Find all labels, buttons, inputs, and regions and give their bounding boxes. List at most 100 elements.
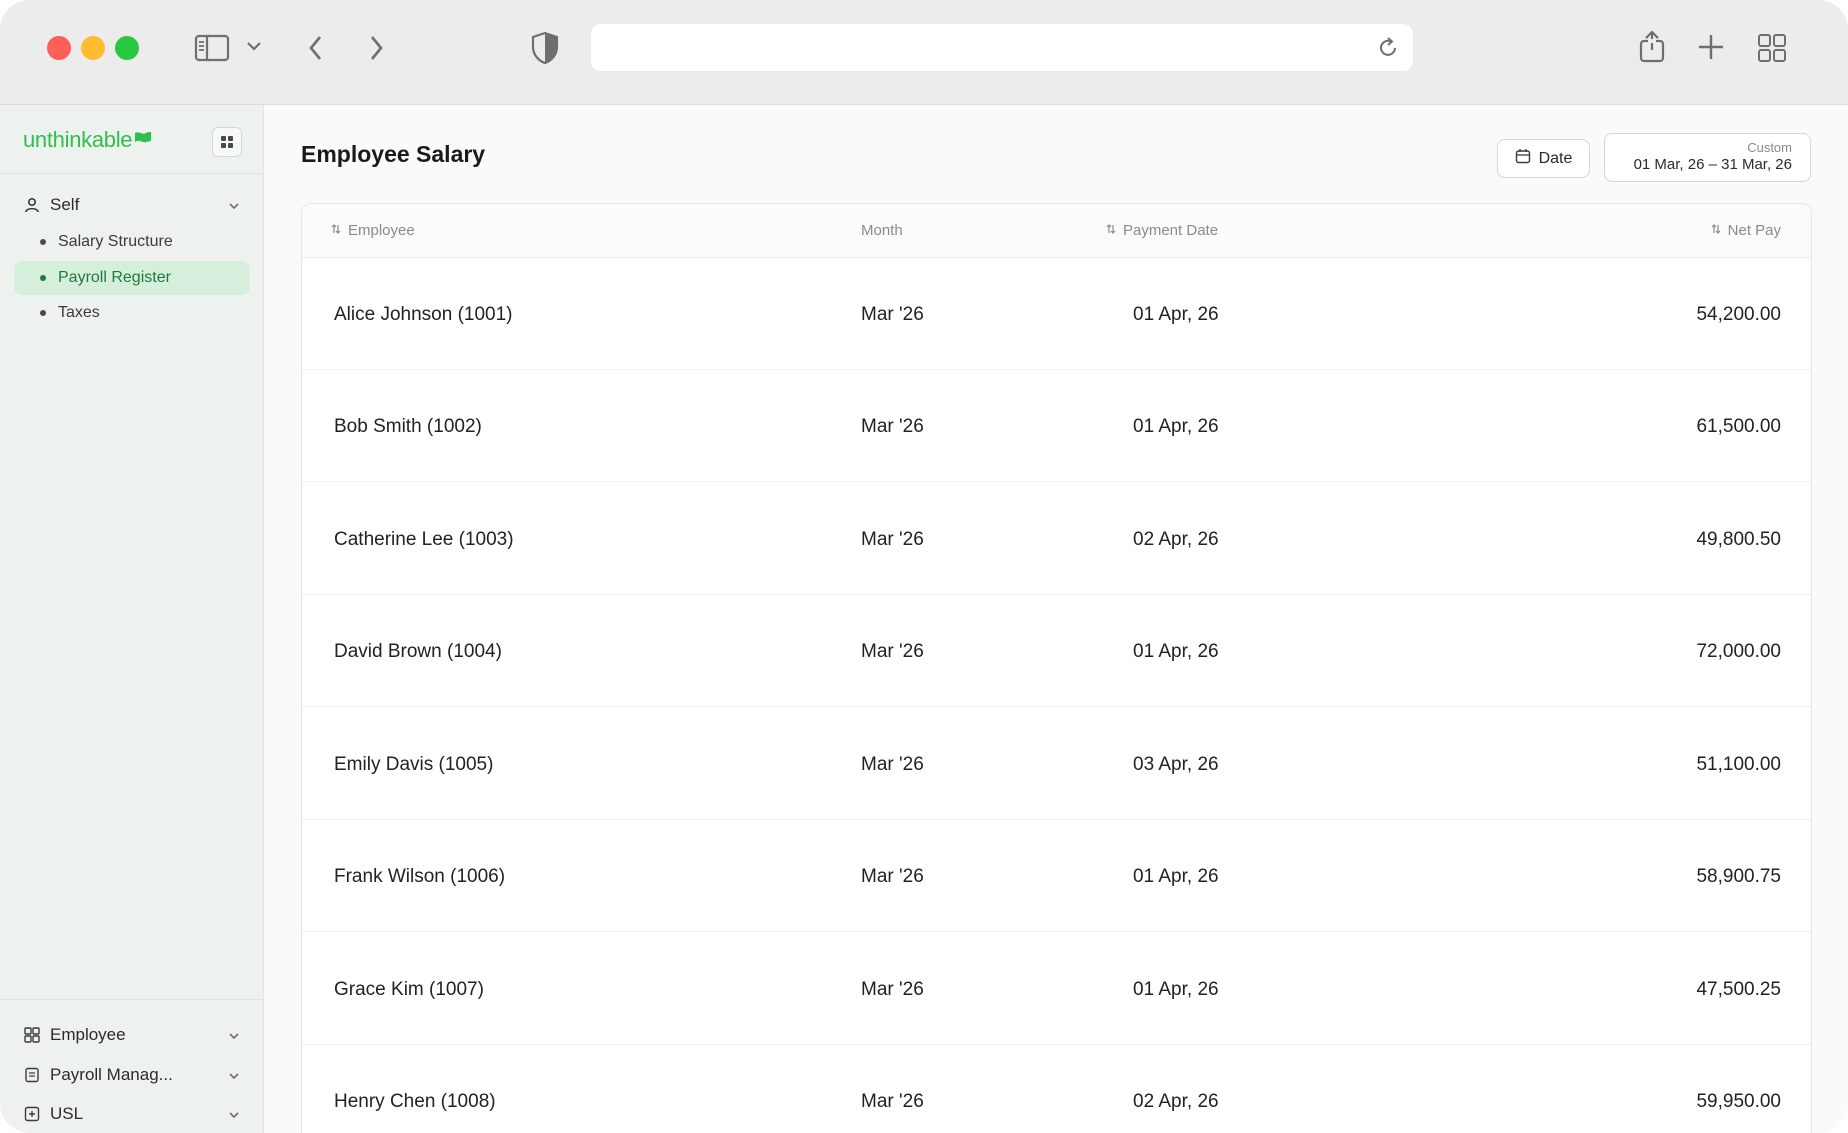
chevron-down-icon[interactable]: [228, 195, 240, 215]
close-window-button[interactable]: [47, 36, 71, 60]
nav-group-label: Self: [50, 195, 80, 214]
nav-group-usl[interactable]: USL: [24, 1104, 240, 1124]
table-row[interactable]: Alice Johnson (1001) Mar '26 01 Apr, 26 …: [302, 258, 1811, 370]
sidebar-item-taxes[interactable]: Taxes: [14, 296, 250, 330]
cell-payment-date: 01 Apr, 26: [1133, 641, 1219, 662]
column-header-net-pay[interactable]: Net Pay: [1710, 222, 1781, 239]
plus-square-icon: [24, 1106, 40, 1122]
browser-toolbar: [0, 0, 1848, 98]
maximize-window-button[interactable]: [115, 36, 139, 60]
cell-month: Mar '26: [861, 529, 924, 550]
cell-month: Mar '26: [861, 979, 924, 1000]
cell-employee: Henry Chen (1008): [334, 1091, 496, 1112]
cell-employee: Bob Smith (1002): [334, 416, 482, 437]
cell-payment-date: 01 Apr, 26: [1133, 866, 1219, 887]
table-row[interactable]: Henry Chen (1008) Mar '26 02 Apr, 26 59,…: [302, 1045, 1811, 1133]
main-panel: Employee Salary Date Custom 01 Mar, 26 –…: [264, 105, 1848, 1133]
cell-month: Mar '26: [861, 1091, 924, 1112]
address-bar[interactable]: [591, 24, 1413, 71]
sort-icon[interactable]: [1105, 222, 1117, 239]
cell-payment-date: 01 Apr, 26: [1133, 416, 1219, 437]
bullet-icon: [40, 239, 46, 245]
cell-payment-date: 03 Apr, 26: [1133, 754, 1219, 775]
page-title: Employee Salary: [301, 141, 486, 167]
column-label: Payment Date: [1123, 222, 1219, 239]
chevron-down-icon[interactable]: [228, 1065, 240, 1085]
nav-group-self[interactable]: Self: [24, 195, 240, 215]
cell-payment-date: 01 Apr, 26: [1133, 979, 1219, 1000]
table-row[interactable]: Catherine Lee (1003) Mar '26 02 Apr, 26 …: [302, 483, 1811, 595]
cell-net-pay: 51,100.00: [1696, 754, 1781, 775]
sort-icon[interactable]: [330, 222, 342, 239]
cell-payment-date: 02 Apr, 26: [1133, 1091, 1219, 1112]
reload-icon[interactable]: [1377, 36, 1399, 65]
calendar-icon: [1515, 148, 1531, 169]
back-arrow-icon[interactable]: [306, 33, 326, 63]
privacy-shield-icon[interactable]: [531, 31, 559, 65]
user-icon: [24, 197, 40, 213]
sidebar-item-label: Taxes: [58, 304, 100, 321]
sidebar-divider: [0, 999, 264, 1000]
date-button-label: Date: [1538, 149, 1573, 167]
cell-payment-date: 02 Apr, 26: [1133, 529, 1219, 550]
grid-icon: [221, 136, 233, 148]
table-header: Employee Month Payment Date Net Pay: [302, 204, 1811, 258]
sidebar-toggle-icon[interactable]: [194, 33, 230, 63]
chevron-down-icon[interactable]: [228, 1025, 240, 1045]
column-header-month: Month: [861, 222, 903, 239]
salary-table: Employee Month Payment Date Net Pay Alic…: [301, 203, 1812, 1133]
column-label: Net Pay: [1727, 222, 1781, 239]
cell-month: Mar '26: [861, 866, 924, 887]
chevron-down-icon[interactable]: [228, 1104, 240, 1124]
table-row[interactable]: Emily Davis (1005) Mar '26 03 Apr, 26 51…: [302, 708, 1811, 820]
column-header-payment-date[interactable]: Payment Date: [1105, 222, 1218, 239]
flag-icon: [134, 127, 152, 153]
grid-icon: [24, 1027, 40, 1043]
document-icon: [24, 1067, 40, 1083]
cell-net-pay: 72,000.00: [1696, 641, 1781, 662]
brand-logo[interactable]: unthinkable: [23, 127, 152, 153]
nav-group-label: Employee: [50, 1025, 126, 1044]
table-row[interactable]: Grace Kim (1007) Mar '26 01 Apr, 26 47,5…: [302, 933, 1811, 1045]
logo-text: unthinkable: [23, 127, 133, 152]
sidebar-item-label: Payroll Register: [58, 269, 171, 286]
cell-net-pay: 47,500.25: [1696, 979, 1781, 1000]
cell-month: Mar '26: [861, 754, 924, 775]
nav-group-label: USL: [50, 1104, 84, 1123]
date-filter-button[interactable]: Date: [1497, 139, 1590, 178]
range-value: 01 Mar, 26 – 31 Mar, 26: [1633, 156, 1792, 173]
new-tab-plus-icon[interactable]: [1697, 33, 1725, 61]
cell-month: Mar '26: [861, 304, 924, 325]
nav-group-payroll-management[interactable]: Payroll Manag...: [24, 1065, 240, 1085]
table-row[interactable]: Frank Wilson (1006) Mar '26 01 Apr, 26 5…: [302, 820, 1811, 932]
chevron-down-icon[interactable]: [246, 40, 262, 52]
cell-net-pay: 58,900.75: [1696, 866, 1781, 887]
nav-group-label: Payroll Manag...: [50, 1065, 173, 1084]
cell-employee: Alice Johnson (1001): [334, 304, 513, 325]
sidebar-item-payroll-register[interactable]: Payroll Register: [14, 261, 250, 295]
column-header-employee[interactable]: Employee: [330, 222, 415, 239]
app-grid-button[interactable]: [212, 127, 242, 157]
cell-net-pay: 54,200.00: [1696, 304, 1781, 325]
nav-group-employee[interactable]: Employee: [24, 1025, 240, 1045]
sidebar-item-label: Salary Structure: [58, 233, 173, 250]
cell-employee: Frank Wilson (1006): [334, 866, 506, 887]
sort-icon[interactable]: [1710, 222, 1722, 239]
cell-employee: Emily Davis (1005): [334, 754, 494, 775]
column-label: Month: [861, 222, 903, 239]
forward-arrow-icon[interactable]: [366, 33, 386, 63]
table-row[interactable]: David Brown (1004) Mar '26 01 Apr, 26 72…: [302, 595, 1811, 707]
share-icon[interactable]: [1637, 29, 1667, 65]
tab-overview-icon[interactable]: [1757, 33, 1787, 63]
cell-employee: Grace Kim (1007): [334, 979, 484, 1000]
sidebar-divider: [0, 173, 264, 174]
table-row[interactable]: Bob Smith (1002) Mar '26 01 Apr, 26 61,5…: [302, 370, 1811, 482]
range-label: Custom: [1747, 140, 1792, 155]
date-range-picker[interactable]: Custom 01 Mar, 26 – 31 Mar, 26: [1604, 133, 1811, 182]
browser-window: unthinkable Self Salary Structure Payrol…: [0, 0, 1848, 1133]
cell-employee: Catherine Lee (1003): [334, 529, 514, 550]
minimize-window-button[interactable]: [81, 36, 105, 60]
cell-employee: David Brown (1004): [334, 641, 502, 662]
cell-net-pay: 61,500.00: [1696, 416, 1781, 437]
sidebar-item-salary-structure[interactable]: Salary Structure: [14, 225, 250, 259]
